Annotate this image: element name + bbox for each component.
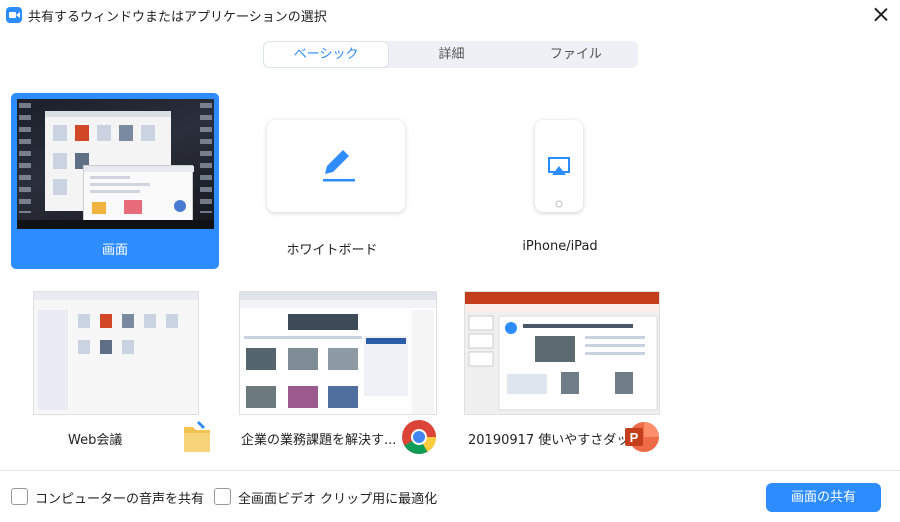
- pen-icon: [323, 150, 355, 182]
- share-mode-tabs: ベーシック 詳細 ファイル: [263, 41, 638, 68]
- browser-window-preview: [239, 291, 437, 415]
- share-audio-checkbox[interactable]: [11, 488, 28, 505]
- tile-web-meeting[interactable]: Web会議: [11, 283, 219, 459]
- chrome-icon: [402, 420, 436, 454]
- window-title: 共有するウィンドウまたはアプリケーションの選択: [28, 10, 327, 25]
- share-screen-dialog: 共有するウィンドウまたはアプリケーションの選択 ベーシック 詳細 ファイル 画面…: [0, 0, 900, 522]
- whiteboard-card: [267, 120, 405, 212]
- tile-iphone-label: iPhone/iPad: [522, 239, 598, 254]
- tile-whiteboard-label: ホワイトボード: [286, 243, 378, 258]
- folder-icon: [184, 421, 210, 452]
- powerpoint-window-preview: [464, 291, 660, 415]
- screen-thumbnail: [17, 99, 214, 229]
- tab-files[interactable]: ファイル: [514, 41, 638, 68]
- tile-screen[interactable]: 画面: [11, 93, 219, 269]
- share-audio-label: コンピューターの音声を共有: [35, 492, 205, 507]
- close-icon[interactable]: [870, 4, 892, 26]
- web-meeting-window-preview: [33, 291, 199, 415]
- optimize-video-checkbox[interactable]: [214, 488, 231, 505]
- desktop-icons: [200, 103, 212, 213]
- powerpoint-icon: P: [625, 422, 659, 452]
- tile-browser[interactable]: 企業の業務課題を解決す...: [228, 283, 443, 459]
- footer-divider: [0, 470, 900, 471]
- tile-screen-label: 画面: [101, 243, 128, 258]
- share-screen-button[interactable]: 画面の共有: [766, 483, 881, 512]
- iphone-icon: [535, 120, 583, 212]
- desktop-icons: [19, 103, 31, 213]
- dialog-preview: [83, 165, 194, 221]
- svg-text:P: P: [630, 430, 639, 445]
- optimize-video-label: 全画面ビデオ クリップ用に最適化: [238, 492, 438, 507]
- airplay-icon: [548, 157, 570, 208]
- taskbar: [17, 220, 214, 229]
- tab-advanced[interactable]: 詳細: [389, 41, 513, 68]
- tile-powerpoint[interactable]: 20190917 使いやすさダッ... P: [455, 283, 670, 459]
- tab-basic[interactable]: ベーシック: [264, 42, 389, 67]
- title-bar: 共有するウィンドウまたはアプリケーションの選択: [0, 0, 900, 30]
- zoom-app-icon: [6, 7, 22, 23]
